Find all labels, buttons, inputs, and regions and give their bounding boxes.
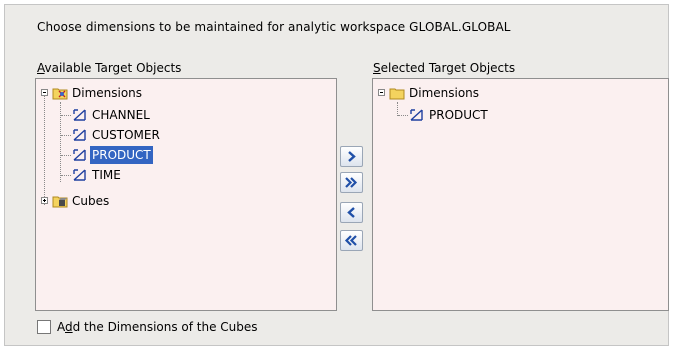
chevron-left-icon: [347, 207, 355, 218]
tree-line: [61, 175, 71, 176]
selected-objects-tree[interactable]: Dimensions PRODUCT: [372, 78, 669, 311]
tree-line: [61, 135, 71, 136]
collapse-toggle-dimensions[interactable]: [378, 89, 385, 96]
tree-line: [398, 115, 408, 116]
folder-cube-icon: [52, 194, 68, 213]
add-cube-dimensions-label[interactable]: Add the Dimensions of the Cubes: [57, 320, 258, 334]
move-all-right-button[interactable]: [340, 172, 363, 193]
dimension-icon: [72, 128, 88, 147]
move-selected-left-button[interactable]: [340, 202, 363, 223]
dimension-icon: [72, 108, 88, 127]
selected-objects-label: Selected Target Objects: [373, 61, 516, 75]
dimension-icon: [409, 108, 425, 127]
instruction-text: Choose dimensions to be maintained for a…: [37, 20, 511, 34]
double-chevron-right-icon: [345, 177, 358, 188]
chevron-right-icon: [348, 151, 356, 162]
tree-line: [61, 115, 71, 116]
tree-line: [60, 102, 61, 182]
move-selected-right-button[interactable]: [340, 146, 363, 167]
available-objects-label: Available Target Objects: [37, 61, 182, 75]
dimension-icon: [72, 148, 88, 167]
tree-line: [44, 95, 45, 205]
expand-toggle-cubes[interactable]: [41, 197, 48, 204]
tree-line: [61, 155, 71, 156]
available-objects-tree[interactable]: Dimensions CHANNEL CUSTOMER PRODUCT TIME…: [35, 78, 337, 311]
collapse-toggle-dimensions[interactable]: [41, 89, 48, 96]
move-all-left-button[interactable]: [340, 230, 363, 251]
add-cube-dimensions-checkbox[interactable]: [37, 320, 51, 334]
dimension-icon: [72, 168, 88, 187]
double-chevron-left-icon: [344, 235, 357, 246]
folder-icon: [389, 86, 405, 105]
folder-dimension-icon: [52, 86, 68, 105]
